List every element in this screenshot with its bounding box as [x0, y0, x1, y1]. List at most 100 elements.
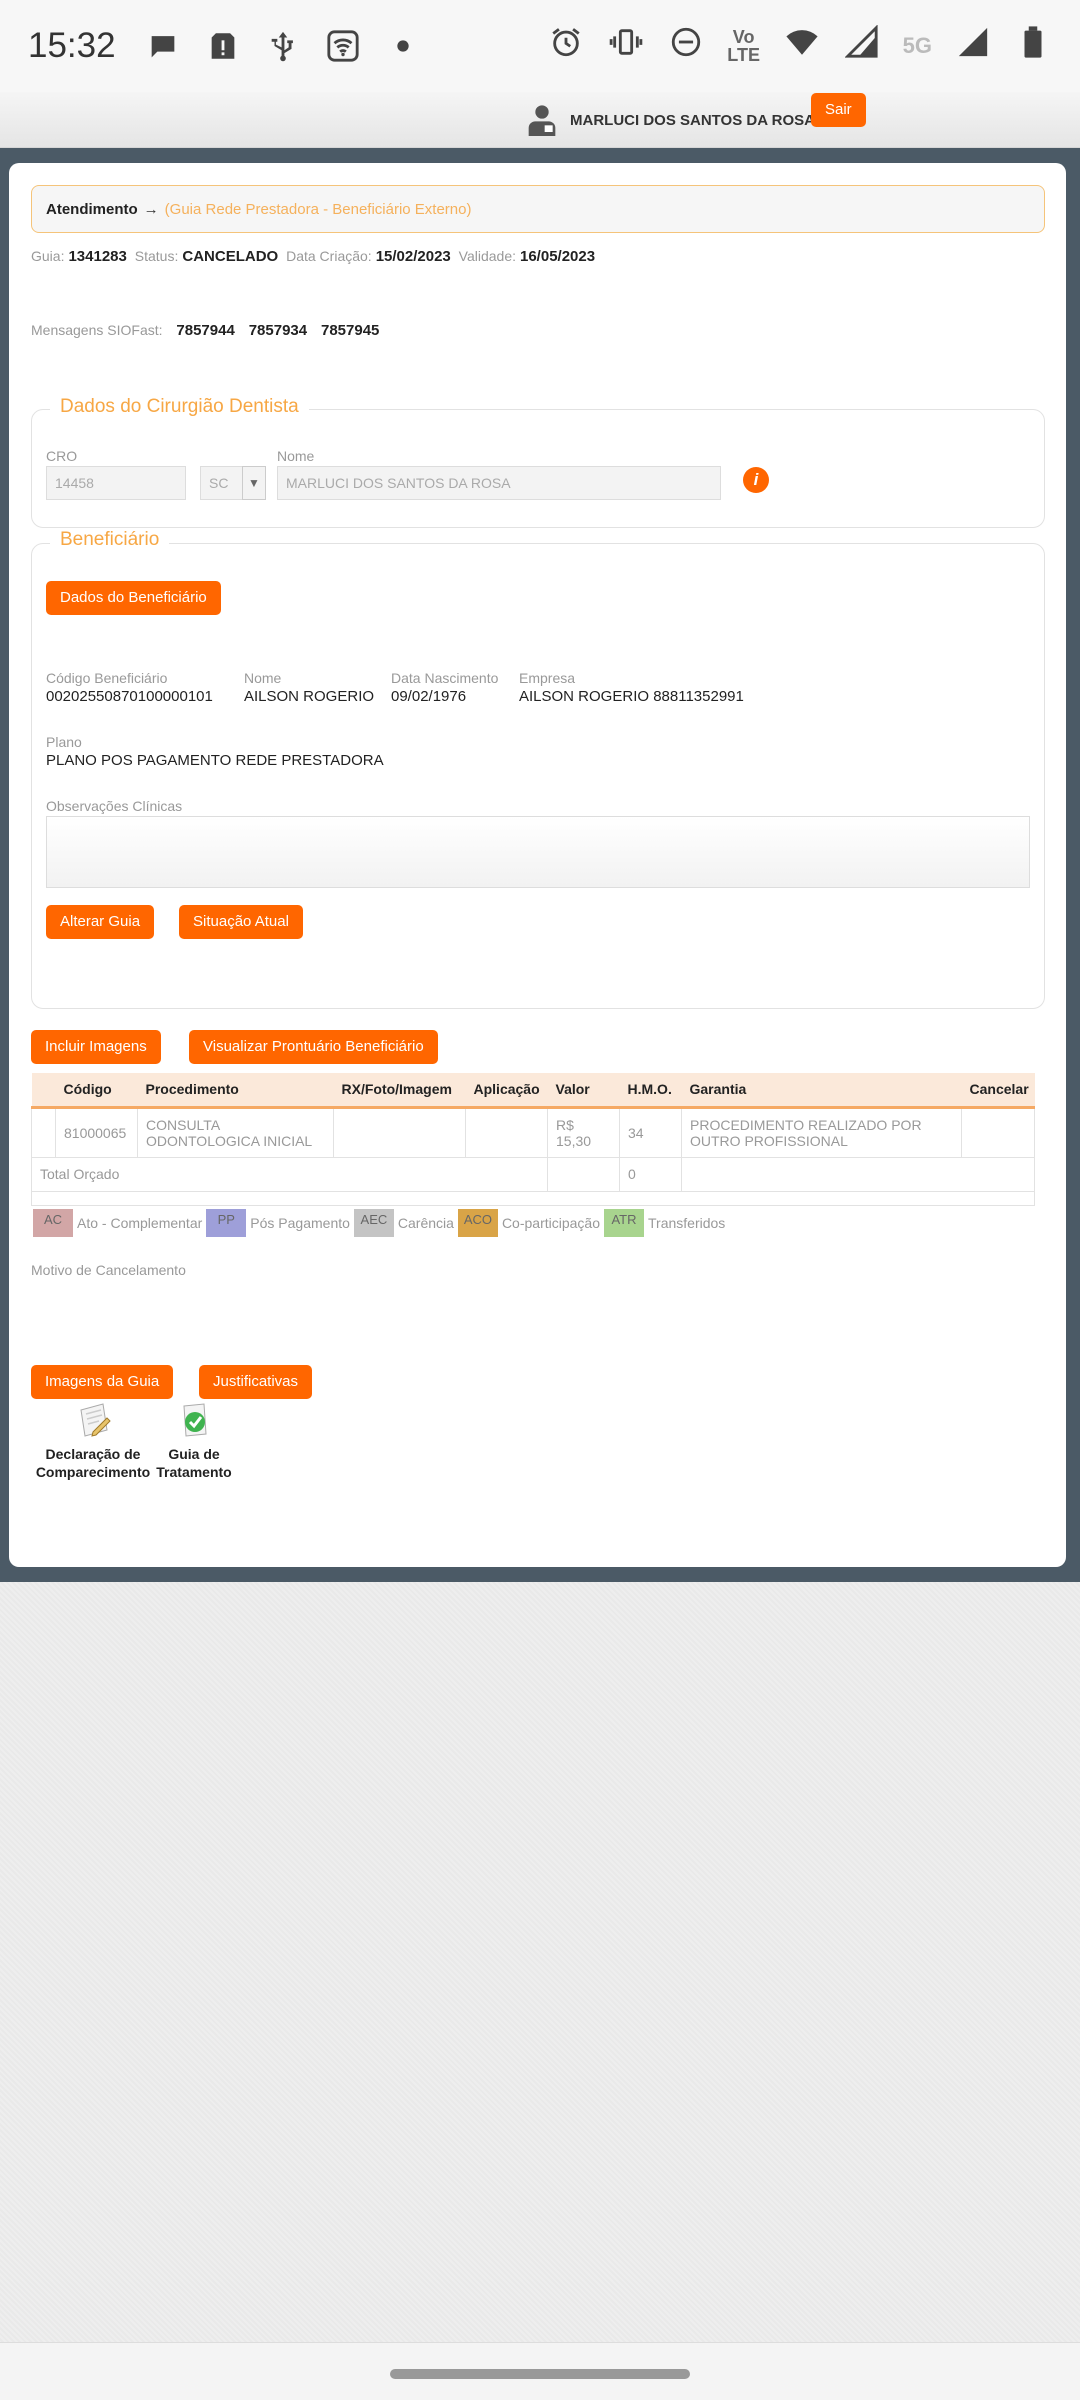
plano-value: PLANO POS PAGAMENTO REDE PRESTADORA	[46, 752, 384, 769]
signal-icon	[843, 24, 881, 67]
table-empty-row	[31, 1190, 1035, 1206]
dot-icon	[386, 29, 420, 63]
status-bar: 15:32 Vo LTE 5G	[0, 0, 1080, 92]
declaracao-line2: Comparecimento	[35, 1464, 151, 1480]
procedures-table: Código Procedimento RX/Foto/Imagem Aplic…	[31, 1073, 1035, 1206]
legend-swatch-ac: AC	[33, 1209, 73, 1237]
situacao-atual-button[interactable]: Situação Atual	[179, 905, 303, 939]
row-aplicacao	[465, 1106, 548, 1158]
status-left-icons	[146, 29, 420, 63]
battery-icon	[1014, 25, 1052, 67]
signal-strong-icon	[954, 25, 992, 67]
alarm-icon	[547, 25, 585, 67]
justificativas-button[interactable]: Justificativas	[199, 1365, 313, 1399]
legend-label-atr: Transferidos	[648, 1215, 726, 1231]
breadcrumb: Atendimento → (Guia Rede Prestadora - Be…	[31, 185, 1045, 233]
total-spacer	[681, 1156, 1035, 1192]
row-rx	[333, 1106, 466, 1158]
do-not-disturb-icon	[667, 25, 705, 67]
legend-item-ac: AC Ato - Complementar	[33, 1209, 206, 1237]
criacao-value: 15/02/2023	[375, 248, 451, 265]
breadcrumb-arrow: →	[143, 200, 159, 218]
row-procedimento: CONSULTA ODONTOLOGICA INICIAL	[137, 1106, 334, 1158]
row-cancelar[interactable]	[961, 1106, 1035, 1158]
legend-item-aec: AEC Carência	[353, 1209, 458, 1237]
row-codigo: 81000065	[55, 1106, 138, 1158]
mensagem-value: 7857945	[321, 322, 380, 339]
legend-label-aec: Carência	[397, 1215, 454, 1231]
row-spacer	[31, 1106, 56, 1158]
table-row: 81000065 CONSULTA ODONTOLOGICA INICIAL R…	[31, 1106, 1035, 1158]
guia-tratamento-line2: Tratamento	[156, 1464, 232, 1480]
nome-beneficiario-label: Nome	[244, 670, 282, 686]
5g-signal-icon: 5G	[902, 33, 932, 58]
declaracao-line1: Declaração de	[45, 1446, 141, 1462]
sd-alert-icon	[206, 29, 240, 63]
pencil-document-icon	[80, 1403, 111, 1437]
status-legend: AC Ato - Complementar PP Pós Pagamento A…	[33, 1209, 725, 1237]
legend-item-atr: ATR Transferidos	[604, 1209, 725, 1237]
empty-cell	[31, 1190, 1035, 1206]
guia-tratamento-label: Guia de Tratamento	[152, 1445, 236, 1481]
uf-select[interactable]: SC	[200, 466, 244, 500]
table-header-procedimento: Procedimento	[137, 1073, 334, 1109]
guia-info: Guia: 1341283 Status: CANCELADO Data Criaç…	[31, 248, 599, 265]
declaracao-label: Declaração de Comparecimento	[33, 1445, 153, 1481]
wifi-hotspot-icon	[326, 29, 360, 63]
guia-tratamento-line1: Guia de	[168, 1446, 220, 1462]
validade-value: 16/05/2023	[520, 248, 596, 265]
mensagem-value: 7857934	[248, 322, 308, 339]
breadcrumb-root[interactable]: Atendimento	[46, 201, 138, 218]
dados-beneficiario-button[interactable]: Dados do Beneficiário	[46, 581, 221, 615]
volte-icon: Vo LTE	[727, 27, 760, 65]
mensagens-label: Mensagens SIOFast:	[31, 322, 163, 338]
app-header: MARLUCI DOS SANTOS DA ROSA	[0, 92, 1080, 148]
navigation-bar	[0, 2342, 1080, 2400]
green-check-document-icon	[183, 1403, 207, 1437]
nome-dentista-input[interactable]: MARLUCI DOS SANTOS DA ROSA	[277, 466, 721, 500]
status-right-icons: Vo LTE 5G	[547, 24, 1052, 67]
table-total-row: Total Orçado 0	[31, 1156, 1035, 1192]
observacoes-textarea[interactable]	[46, 816, 1030, 888]
table-header-row: Código Procedimento RX/Foto/Imagem Aplic…	[31, 1073, 1035, 1109]
nome-beneficiario-value: AILSON ROGERIO	[244, 688, 375, 705]
total-valor	[547, 1156, 620, 1192]
table-header-valor: Valor	[547, 1073, 620, 1109]
uf-dropdown-icon[interactable]: ▼	[242, 466, 266, 500]
table-header-spacer	[31, 1073, 56, 1109]
vibrate-icon	[607, 25, 645, 67]
table-header-hmo: H.M.O.	[619, 1073, 682, 1109]
declaracao-comparecimento-link[interactable]: Declaração de Comparecimento	[33, 1400, 153, 1481]
legend-item-aco: ACO Co-participação	[457, 1209, 604, 1237]
visualizar-prontuario-button[interactable]: Visualizar Prontuário Beneficiário	[189, 1030, 438, 1064]
mensagem-value: 7857944	[176, 322, 235, 339]
alterar-guia-button[interactable]: Alterar Guia	[46, 905, 155, 939]
row-garantia: PROCEDIMENTO REALIZADO POR OUTRO PROFISS…	[681, 1106, 962, 1158]
incluir-imagens-button[interactable]: Incluir Imagens	[31, 1030, 161, 1064]
cro-input[interactable]: 14458	[46, 466, 186, 500]
table-header-codigo: Código	[55, 1073, 138, 1109]
motivo-cancelamento-label: Motivo de Cancelamento	[31, 1262, 186, 1278]
empresa-label: Empresa	[519, 670, 576, 686]
beneficiario-legend: Beneficiário	[50, 529, 170, 551]
row-hmo: 34	[619, 1106, 682, 1158]
breadcrumb-current: (Guia Rede Prestadora - Beneficiário Ext…	[164, 200, 472, 218]
info-icon[interactable]: i	[743, 467, 769, 493]
legend-label-ac: Ato - Complementar	[77, 1215, 203, 1231]
guia-tratamento-link[interactable]: Guia de Tratamento	[152, 1400, 236, 1481]
table-header-cancelar: Cancelar	[961, 1073, 1035, 1109]
logout-button[interactable]: Sair	[811, 93, 866, 127]
legend-swatch-aco: ACO	[457, 1209, 498, 1237]
validade-label: Validade:	[458, 248, 516, 264]
home-gesture-handle[interactable]	[390, 2369, 690, 2379]
imagens-guia-button[interactable]: Imagens da Guia	[31, 1365, 174, 1399]
legend-swatch-pp: PP	[206, 1209, 247, 1237]
row-valor: R$ 15,30	[547, 1106, 620, 1158]
guia-label: Guia:	[31, 248, 65, 264]
cro-label: CRO	[46, 448, 78, 464]
nascimento-label: Data Nascimento	[391, 670, 499, 686]
legend-label-pp: Pós Pagamento	[250, 1215, 350, 1231]
wifi-icon	[783, 25, 821, 67]
user-name: MARLUCI DOS SANTOS DA ROSA	[570, 111, 816, 129]
mensagens-siofast: Mensagens SIOFast: 7857944 7857934 78579…	[31, 322, 379, 339]
